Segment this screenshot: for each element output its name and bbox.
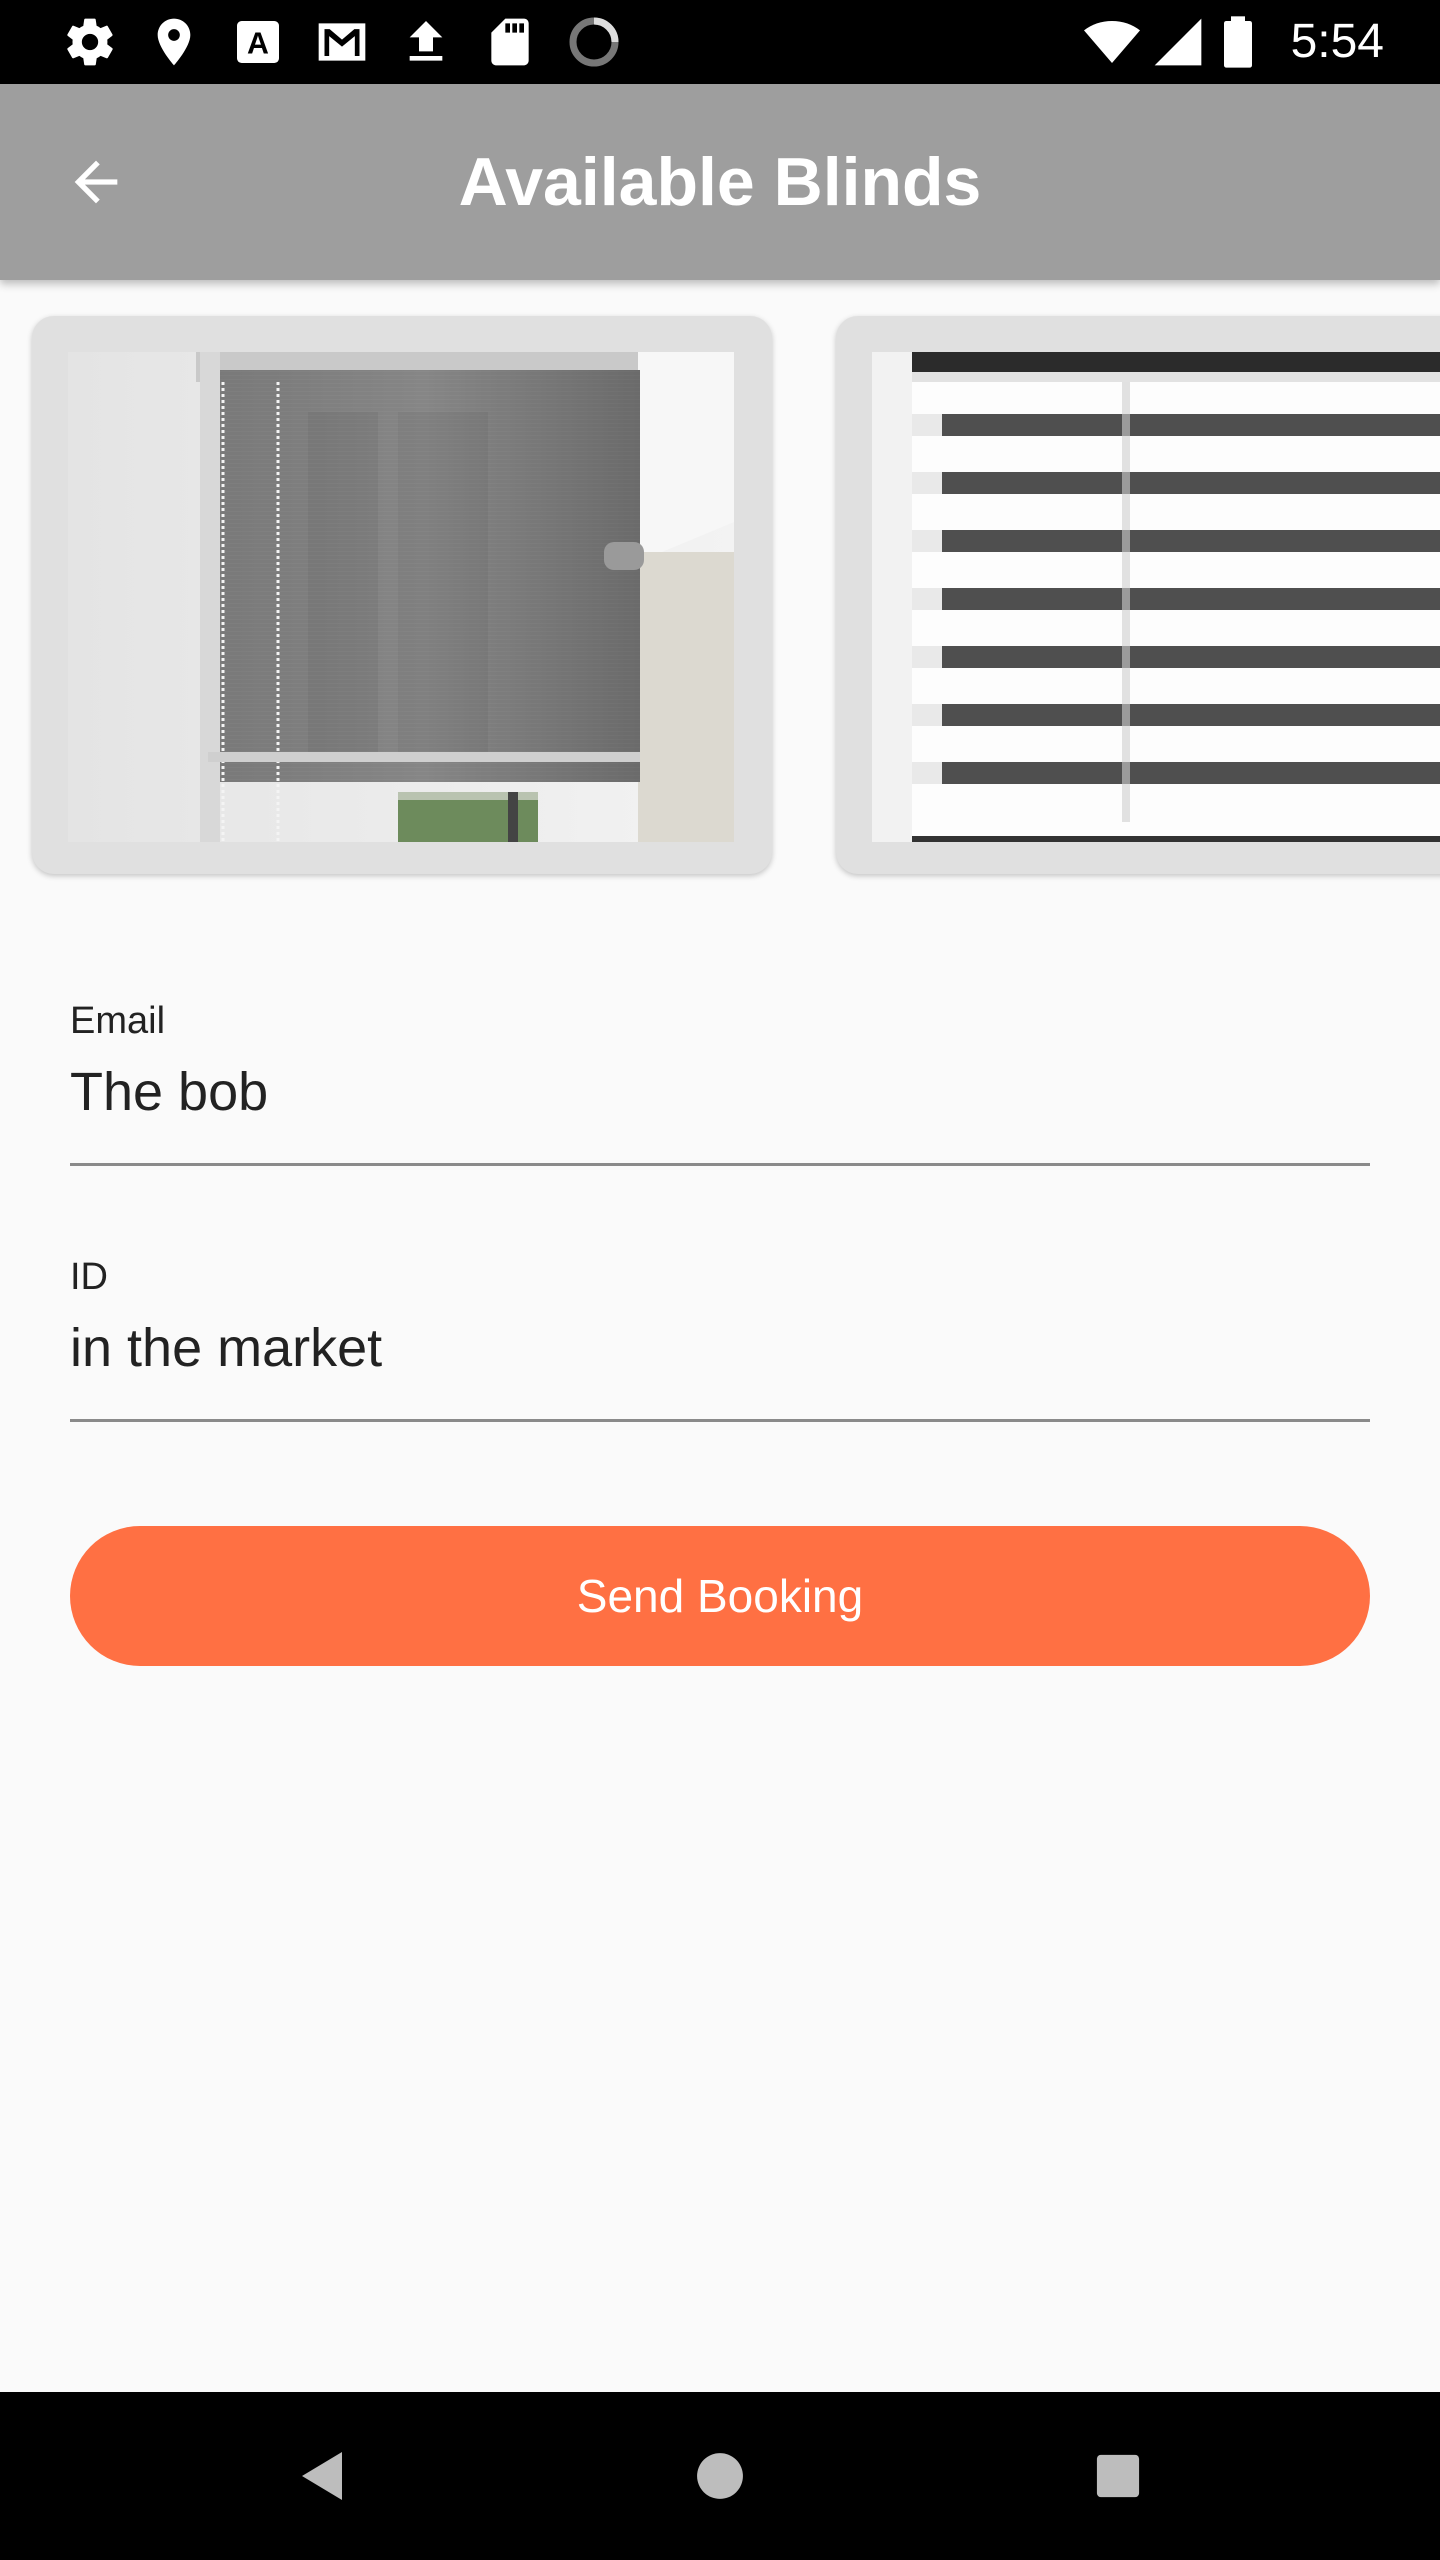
nav-recents-button[interactable]: [1078, 2436, 1158, 2516]
id-field[interactable]: ID in the market: [70, 1252, 1370, 1422]
a-icon: A: [230, 14, 286, 70]
email-input[interactable]: The bob: [70, 1060, 1370, 1124]
signal-icon: [1150, 14, 1206, 70]
email-field[interactable]: Email The bob: [70, 996, 1370, 1166]
email-underline: [70, 1163, 1370, 1166]
nav-back-button[interactable]: [282, 2436, 362, 2516]
settings-icon: [62, 14, 118, 70]
gmail-icon: [314, 14, 370, 70]
wifi-icon: [1080, 14, 1144, 70]
back-arrow-icon: [74, 160, 118, 204]
recents-square-icon: [1096, 2454, 1140, 2498]
blind-card-roller[interactable]: [32, 316, 772, 874]
app-bar: Available Blinds: [0, 84, 1440, 280]
sd-card-icon: [482, 14, 538, 70]
back-button[interactable]: [48, 134, 144, 230]
status-bar: A 5:54: [0, 0, 1440, 84]
page-title: Available Blinds: [458, 144, 982, 220]
send-booking-button[interactable]: Send Booking: [70, 1526, 1370, 1666]
status-time: 5:54: [1290, 15, 1384, 68]
system-nav-bar: [0, 2392, 1440, 2560]
battery-icon: [1218, 14, 1258, 70]
email-label: Email: [70, 1000, 166, 1042]
back-triangle-icon: [302, 2452, 342, 2500]
roller-blind-image: [68, 352, 734, 842]
id-input[interactable]: in the market: [70, 1316, 1370, 1380]
home-circle-icon: [697, 2453, 743, 2499]
blinds-carousel[interactable]: [0, 280, 1440, 890]
blind-card-zebra[interactable]: [836, 316, 1440, 874]
svg-text:A: A: [247, 28, 269, 61]
upload-icon: [398, 14, 454, 70]
nav-home-button[interactable]: [680, 2436, 760, 2516]
id-label: ID: [70, 1256, 108, 1298]
id-underline: [70, 1419, 1370, 1422]
location-icon: [146, 14, 202, 70]
zebra-blind-image: [872, 352, 1440, 842]
loading-icon: [566, 14, 622, 70]
